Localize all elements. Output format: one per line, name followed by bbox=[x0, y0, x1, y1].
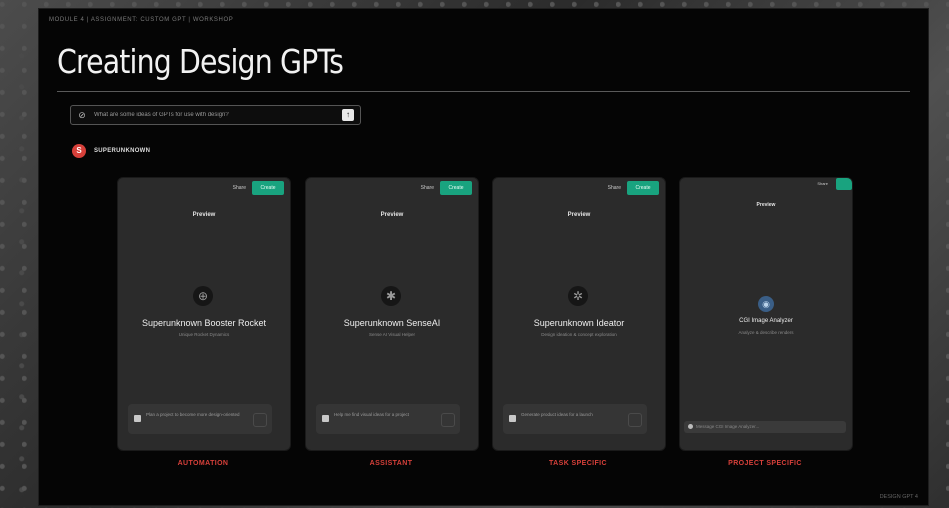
message-input-placeholder[interactable]: Message CGI Image Analyzer... bbox=[696, 424, 759, 429]
gpt-name: Superunknown Ideator bbox=[533, 318, 625, 328]
footer-right: DESIGN GPT 4 bbox=[879, 494, 918, 500]
create-button[interactable]: Create bbox=[440, 181, 472, 195]
starter-send-button[interactable] bbox=[628, 413, 642, 427]
preview-label: Preview bbox=[756, 202, 776, 208]
starter-text: Plan a project to become more design-ori… bbox=[146, 412, 240, 417]
author-row: S SUPERUNKNOWN bbox=[72, 144, 150, 158]
preview-label: Preview bbox=[192, 212, 216, 218]
starter-send-button[interactable] bbox=[253, 413, 267, 427]
gpt-subtitle: Sense AI Visual Helper bbox=[369, 332, 415, 337]
conversation-starter[interactable]: Help me find visual ideas for a project bbox=[316, 404, 460, 434]
share-button[interactable]: Share bbox=[817, 181, 828, 186]
gpt-card-project-specific: Share Preview ◉ CGI Image Analyzer Analy… bbox=[679, 177, 853, 451]
card-topbar: Share bbox=[680, 178, 852, 198]
avatar: S bbox=[72, 144, 86, 158]
spider-icon: ✱ bbox=[381, 286, 401, 306]
starter-icon bbox=[134, 415, 141, 422]
starter-text: Generate product ideas for a launch bbox=[521, 412, 593, 417]
gpt-subtitle: Analyze & describe renders bbox=[738, 330, 794, 335]
gpt-card-automation: Share Create Preview ⊕ Superunknown Boos… bbox=[117, 177, 291, 451]
starter-icon bbox=[322, 415, 329, 422]
card-topbar: Share Create bbox=[493, 178, 665, 198]
share-button[interactable]: Share bbox=[608, 185, 621, 191]
create-button[interactable]: Create bbox=[627, 181, 659, 195]
author-name: SUPERUNKNOWN bbox=[94, 148, 151, 154]
globe-icon: ◉ bbox=[758, 296, 774, 312]
gpt-subtitle: Unique Rocket Dynamics bbox=[178, 332, 230, 337]
preview-label: Preview bbox=[567, 212, 591, 218]
conversation-starter[interactable]: Generate product ideas for a launch bbox=[503, 404, 647, 434]
prompt-input-bar[interactable]: ⊘ What are some ideas of GPTs for use wi… bbox=[70, 105, 361, 125]
starter-text: Help me find visual ideas for a project bbox=[334, 412, 410, 417]
create-button[interactable]: Create bbox=[252, 181, 284, 195]
card-topbar: Share Create bbox=[118, 178, 290, 198]
breadcrumb: MODULE 4 | ASSIGNMENT: CUSTOM GPT | WORK… bbox=[49, 17, 234, 23]
gpt-card-task-specific: Share Create Preview ✲ Superunknown Idea… bbox=[492, 177, 666, 451]
starter-send-button[interactable] bbox=[441, 413, 455, 427]
title-divider bbox=[57, 91, 910, 92]
card-topbar: Share Create bbox=[306, 178, 478, 198]
card-caption: ASSISTANT bbox=[369, 460, 413, 467]
share-button[interactable]: Share bbox=[233, 185, 246, 191]
gpt-name: Superunknown SenseAI bbox=[343, 318, 441, 328]
starter-icon bbox=[509, 415, 516, 422]
send-button[interactable]: ↑ bbox=[342, 109, 354, 121]
share-button[interactable]: Share bbox=[421, 185, 434, 191]
page-title: Creating Design GPTs bbox=[57, 42, 344, 81]
attach-icon[interactable]: ⊘ bbox=[77, 110, 87, 120]
card-caption: PROJECT SPECIFIC bbox=[728, 460, 802, 467]
attach-icon[interactable] bbox=[688, 424, 693, 429]
prompt-placeholder[interactable]: What are some ideas of GPTs for use with… bbox=[94, 112, 342, 118]
gpt-name: Superunknown Booster Rocket bbox=[141, 318, 267, 328]
card-caption: AUTOMATION bbox=[177, 460, 229, 467]
gpt-card-assistant: Share Create Preview ✱ Superunknown Sens… bbox=[305, 177, 479, 451]
gpt-name: CGI Image Analyzer bbox=[739, 318, 793, 324]
preview-label: Preview bbox=[380, 212, 404, 218]
message-input[interactable]: Message CGI Image Analyzer... bbox=[684, 421, 846, 433]
slide: MODULE 4 | ASSIGNMENT: CUSTOM GPT | WORK… bbox=[38, 8, 929, 506]
conversation-starter[interactable]: Plan a project to become more design-ori… bbox=[128, 404, 272, 434]
bug-icon: ✲ bbox=[568, 286, 588, 306]
card-caption: TASK SPECIFIC bbox=[549, 460, 607, 467]
crosshair-icon: ⊕ bbox=[193, 286, 213, 306]
gpt-subtitle: Design ideation & concept exploration bbox=[541, 332, 617, 337]
create-button[interactable] bbox=[836, 178, 852, 190]
